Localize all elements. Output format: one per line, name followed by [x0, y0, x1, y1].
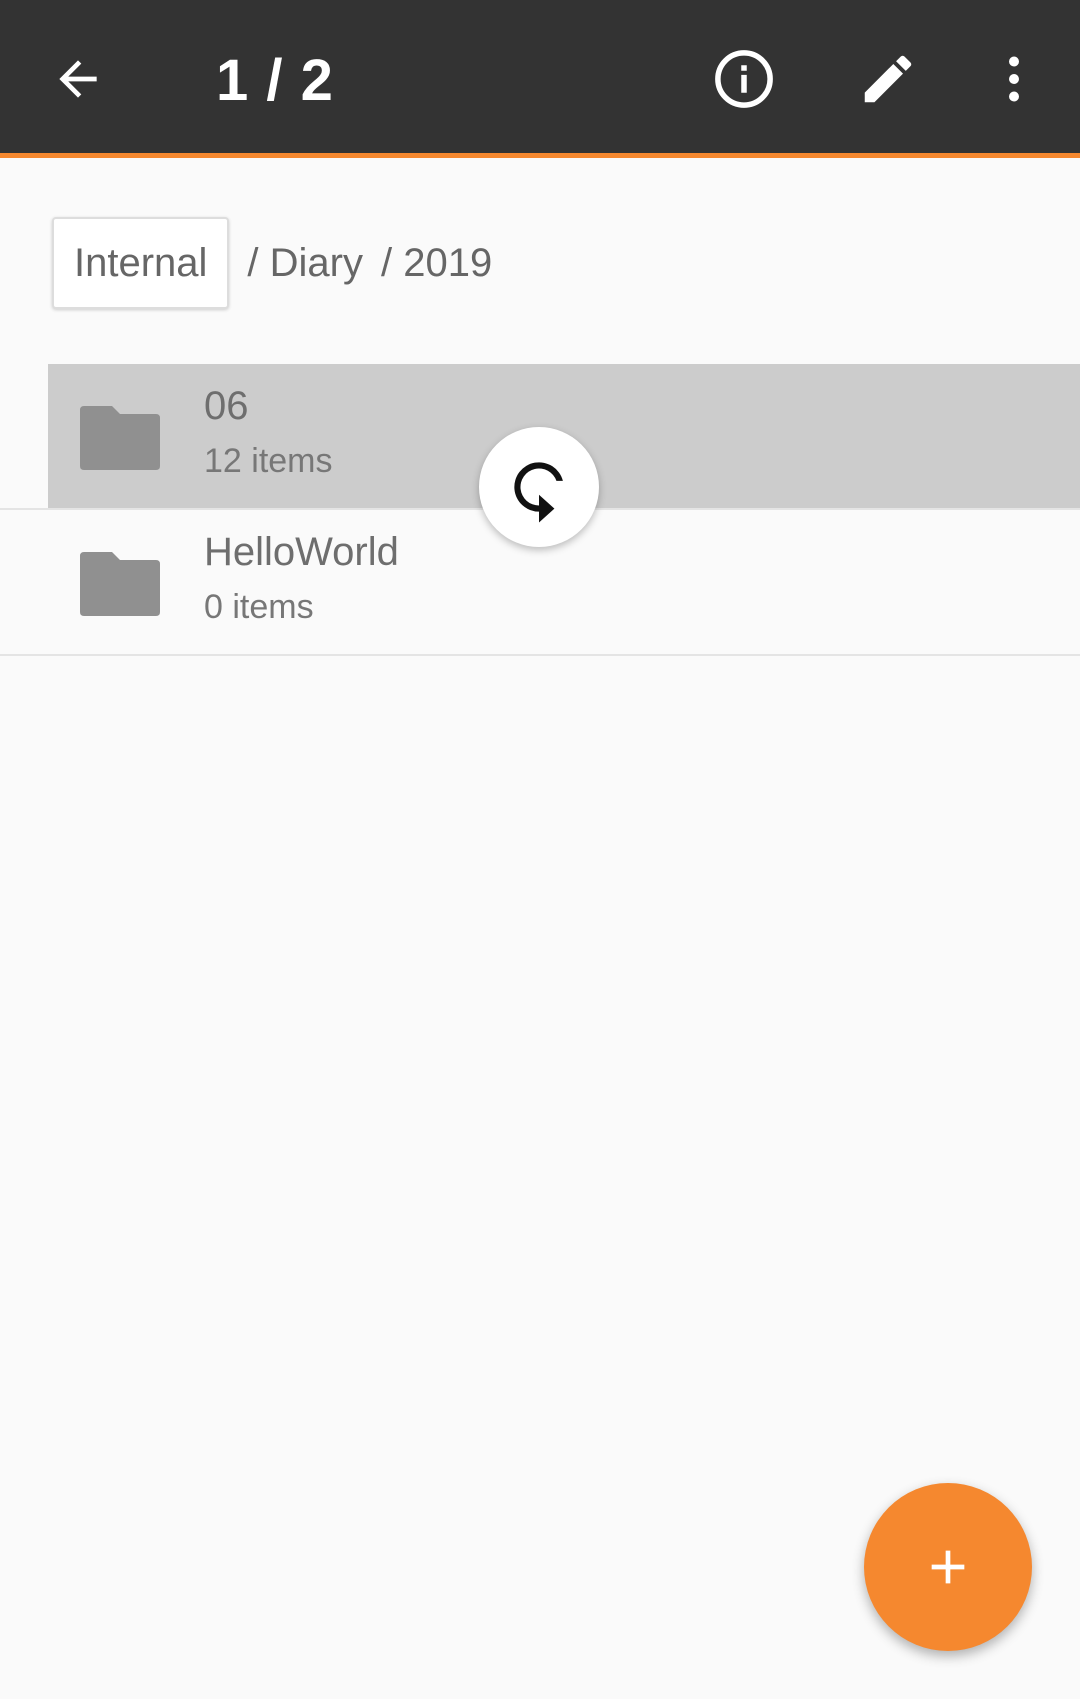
- plus-icon: [931, 1550, 965, 1584]
- folder-icon: [80, 552, 160, 616]
- arrow-back-icon: [59, 60, 97, 98]
- item-count: 12 items: [204, 442, 333, 480]
- breadcrumb-diary[interactable]: / Diary: [247, 241, 363, 286]
- add-fab-button[interactable]: [864, 1483, 1032, 1651]
- breadcrumb: Internal / Diary / 2019: [52, 215, 492, 311]
- top-app-bar: 1 / 2: [0, 0, 1080, 158]
- item-count: 0 items: [204, 588, 314, 626]
- more-options-button[interactable]: [969, 34, 1059, 124]
- page-title: 1 / 2: [216, 48, 334, 113]
- info-button[interactable]: [699, 34, 789, 124]
- pencil-edit-icon: [864, 55, 912, 103]
- refresh-icon: [514, 462, 563, 523]
- refresh-indicator: [479, 427, 599, 547]
- more-vert-icon: [1009, 56, 1019, 102]
- breadcrumb-internal[interactable]: Internal: [52, 217, 230, 309]
- folder-name: 06: [204, 384, 249, 428]
- edit-button[interactable]: [843, 34, 933, 124]
- info-icon: [715, 50, 773, 108]
- breadcrumb-2019[interactable]: / 2019: [381, 241, 492, 286]
- folder-name: HelloWorld: [204, 530, 399, 574]
- folder-icon: [80, 406, 160, 470]
- back-button[interactable]: [33, 34, 123, 124]
